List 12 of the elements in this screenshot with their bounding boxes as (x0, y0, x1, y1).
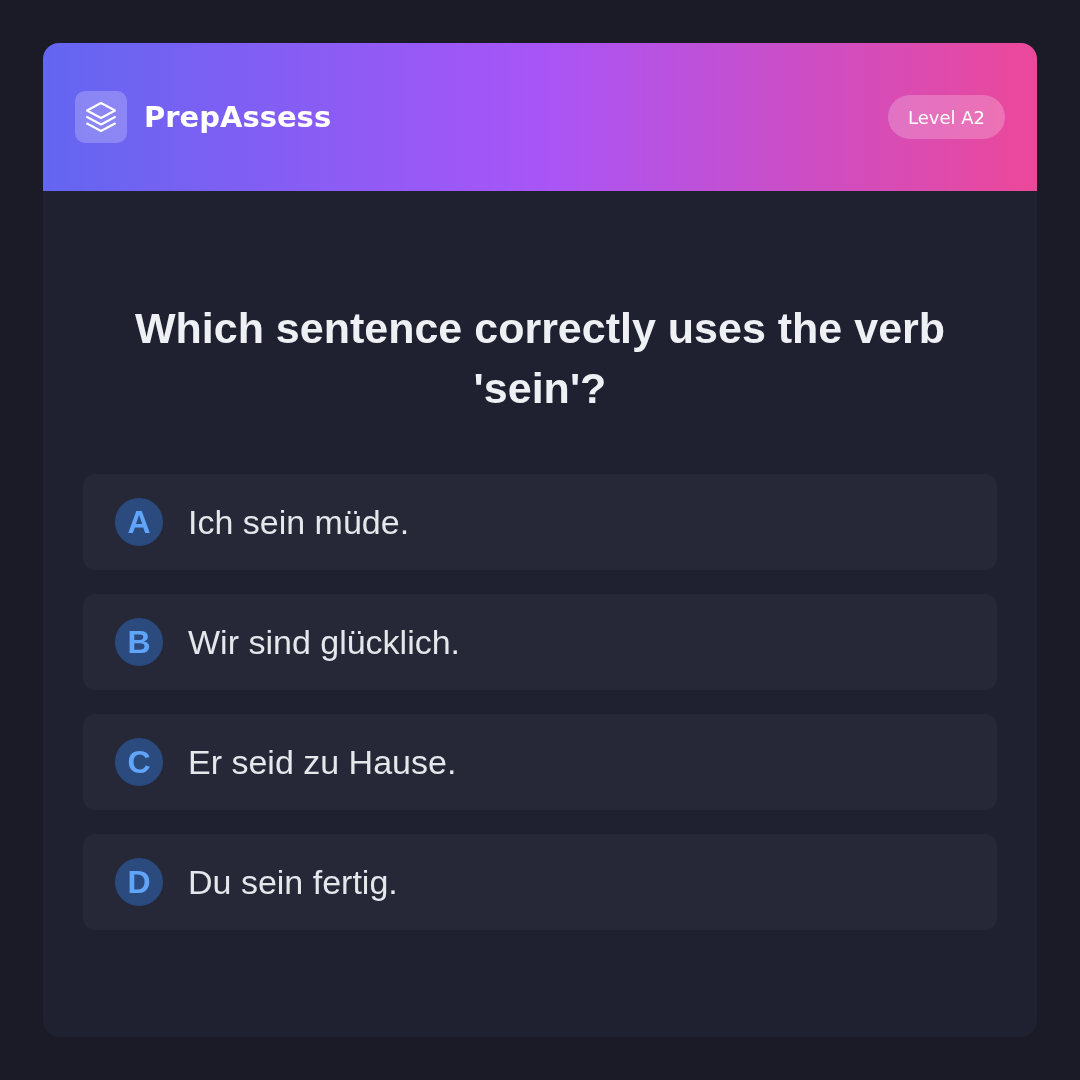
question-text: Which sentence correctly uses the verb 'sein'? (133, 303, 947, 414)
app-name: PrepAssess (144, 100, 332, 134)
answer-option[interactable]: C Er seid zu Hause. (83, 714, 997, 810)
level-badge: Level A2 (888, 95, 1005, 139)
option-letter: D (115, 858, 163, 906)
answer-option[interactable]: D Du sein fertig. (83, 834, 997, 930)
option-letter: B (115, 618, 163, 666)
option-letter: A (115, 498, 163, 546)
answer-option[interactable]: A Ich sein müde. (83, 474, 997, 570)
option-letter: C (115, 738, 163, 786)
answer-option[interactable]: B Wir sind glücklich. (83, 594, 997, 690)
layers-icon (75, 91, 127, 143)
